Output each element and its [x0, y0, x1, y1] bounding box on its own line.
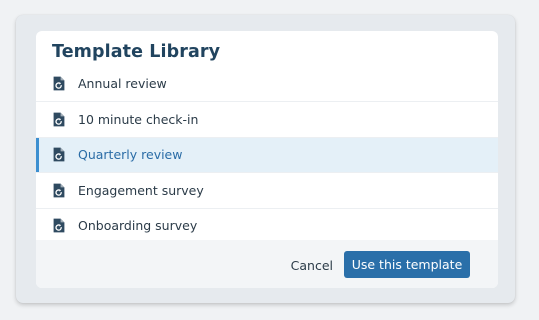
document-refresh-icon — [53, 147, 65, 162]
template-list: Annual review 10 minute check-in Quarter… — [36, 76, 498, 244]
template-item-onboarding-survey[interactable]: Onboarding survey — [36, 207, 498, 244]
template-item-label: Annual review — [78, 75, 167, 91]
template-library-dialog: Template Library Annual review 10 minute… — [36, 31, 498, 288]
document-refresh-icon — [53, 112, 65, 127]
template-item-annual-review[interactable]: Annual review — [36, 65, 498, 101]
template-item-label: 10 minute check-in — [78, 111, 199, 127]
document-refresh-icon — [53, 76, 65, 91]
use-template-button[interactable]: Use this template — [344, 251, 470, 278]
dialog-footer: Cancel Use this template — [36, 240, 498, 288]
dialog-frame: Template Library Annual review 10 minute… — [16, 15, 515, 303]
template-item-10-minute-check-in[interactable]: 10 minute check-in — [36, 101, 498, 137]
template-item-label: Engagement survey — [78, 182, 204, 198]
document-refresh-icon — [53, 218, 65, 233]
template-item-label: Quarterly review — [78, 147, 183, 163]
dialog-title: Template Library — [52, 42, 221, 62]
template-item-label: Onboarding survey — [78, 218, 198, 234]
cancel-button[interactable]: Cancel — [291, 258, 333, 273]
template-item-engagement-survey[interactable]: Engagement survey — [36, 172, 498, 208]
document-refresh-icon — [53, 183, 65, 198]
template-item-quarterly-review[interactable]: Quarterly review — [36, 136, 498, 172]
